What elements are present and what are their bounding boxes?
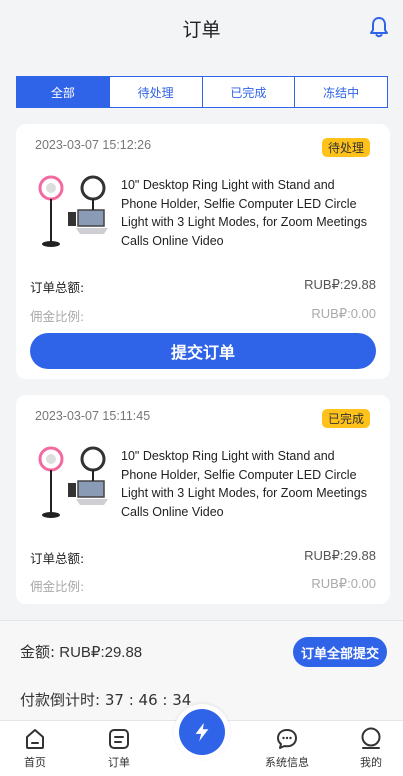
- commission-value: RUB₽:0.00: [311, 306, 376, 321]
- order-status-tabs: 全部 待处理 已完成 冻结中: [16, 76, 388, 108]
- order-time: 2023-03-07 15:11:45: [35, 409, 151, 423]
- commission-label: 佣金比例:: [30, 309, 85, 324]
- status-badge: 待处理: [321, 138, 370, 157]
- status-badge: 已完成: [321, 409, 370, 428]
- home-icon: [26, 729, 44, 749]
- tabbar-mine-label: 我的: [360, 756, 382, 769]
- commission-row: 佣金比例: RUB₽:0.00: [30, 576, 376, 595]
- order-card: 2023-03-07 15:11:45 已完成 10" Desktop Ring…: [16, 395, 390, 604]
- commission-label: 佣金比例:: [30, 579, 85, 594]
- tabbar-messages-label: 系统信息: [265, 756, 309, 769]
- order-total-value: RUB₽:29.88: [304, 548, 376, 563]
- amount-value: RUB₽:29.88: [59, 644, 143, 661]
- tabbar-home[interactable]: 首页: [10, 727, 60, 770]
- commission-value: RUB₽:0.00: [311, 576, 376, 591]
- lightning-icon: [195, 722, 209, 742]
- countdown-value: 37 : 46 : 34: [104, 691, 192, 709]
- amount: 金额: RUB₽:29.88: [20, 641, 142, 662]
- tab-all[interactable]: 全部: [17, 77, 110, 107]
- submit-all-button[interactable]: 订单全部提交: [292, 637, 387, 667]
- tabbar-home-label: 首页: [24, 756, 46, 769]
- product-image: [38, 175, 108, 247]
- chat-icon: [277, 729, 297, 749]
- tabbar-orders[interactable]: 订单: [94, 727, 144, 770]
- tab-frozen[interactable]: 冻结中: [295, 77, 387, 107]
- order-time: 2023-03-07 15:12:26: [35, 138, 152, 152]
- tab-completed[interactable]: 已完成: [203, 77, 296, 107]
- submit-order-button[interactable]: 提交订单: [30, 333, 376, 369]
- tabbar-mine[interactable]: 我的: [346, 727, 396, 770]
- order-total-label: 订单总额:: [30, 280, 85, 295]
- amount-label: 金额:: [20, 643, 56, 661]
- tab-pending[interactable]: 待处理: [110, 77, 203, 107]
- tabbar-messages[interactable]: 系统信息: [262, 727, 312, 770]
- center-action-circle: [179, 709, 225, 755]
- order-total-label: 订单总额:: [30, 551, 85, 566]
- order-total-row: 订单总额: RUB₽:29.88: [30, 548, 376, 567]
- page-header: 订单: [0, 0, 403, 56]
- bell-icon[interactable]: [369, 16, 389, 38]
- center-action-button[interactable]: [174, 704, 230, 760]
- user-icon: [361, 727, 381, 749]
- order-total-row: 订单总额: RUB₽:29.88: [30, 277, 376, 296]
- commission-row: 佣金比例: RUB₽:0.00: [30, 306, 376, 325]
- product-image: [38, 446, 108, 518]
- page-title: 订单: [182, 18, 221, 41]
- payment-countdown: 付款倒计时: 37 : 46 : 34: [20, 689, 191, 710]
- order-total-value: RUB₽:29.88: [304, 277, 376, 292]
- order-card: 2023-03-07 15:12:26 待处理 10" Desktop Ring…: [16, 124, 390, 379]
- product-name: 10" Desktop Ring Light with Stand and Ph…: [121, 449, 367, 519]
- countdown-label: 付款倒计时:: [20, 691, 101, 709]
- tabbar-orders-label: 订单: [108, 756, 130, 769]
- product-name: 10" Desktop Ring Light with Stand and Ph…: [121, 178, 367, 248]
- orders-icon: [109, 729, 129, 749]
